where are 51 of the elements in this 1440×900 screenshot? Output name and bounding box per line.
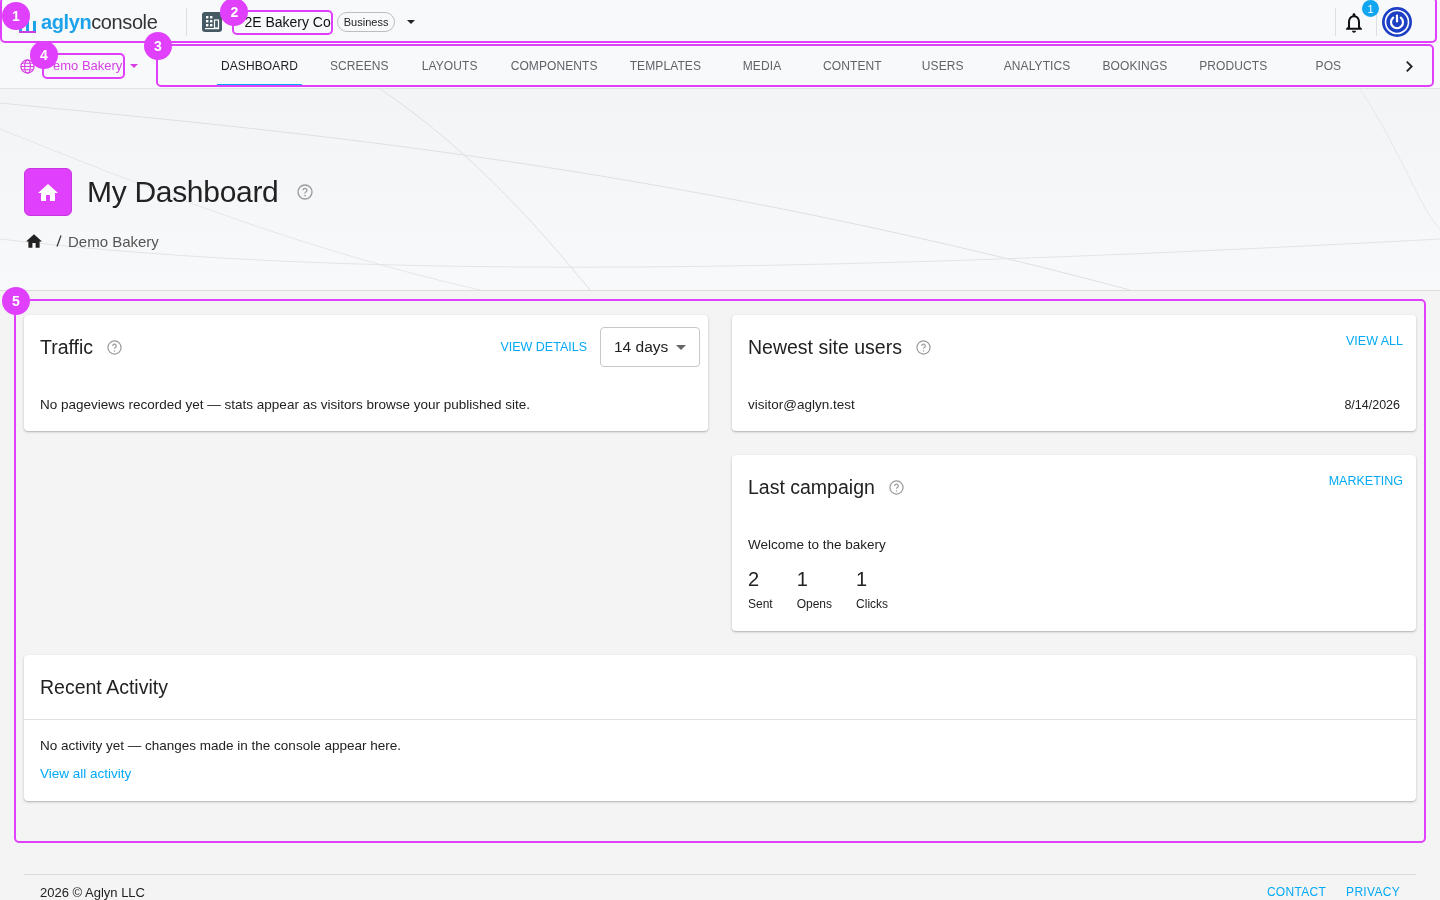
campaign-name: Welcome to the bakery (748, 536, 887, 554)
annotation-number: 5 (2, 287, 30, 315)
dropdown-caret-icon[interactable] (407, 20, 416, 24)
help-icon[interactable] (107, 339, 123, 355)
nav-tab[interactable]: COMPONENTS (494, 44, 614, 88)
nav-tab[interactable]: DASHBOARD (205, 44, 314, 88)
nav-tab[interactable]: USERS (897, 44, 988, 88)
help-icon[interactable] (296, 184, 313, 200)
breadcrumb-separator-icon (56, 235, 62, 247)
copyright-text: 2026 © Aglyn LLC (40, 885, 145, 900)
notification-count: 1 (1362, 0, 1379, 17)
site-name[interactable]: emo Bakery (53, 58, 123, 73)
building-icon (202, 12, 223, 32)
stat-value: 1 (856, 567, 869, 591)
nav-tab[interactable]: POS (1283, 44, 1374, 88)
page-title: My Dashboard (87, 175, 279, 209)
empty-state-message: No activity yet — changes made in the console appear here. (40, 737, 401, 755)
breadcrumb-item: Demo Bakery (68, 232, 159, 250)
date-range-select[interactable]: 14 days (600, 327, 700, 367)
dropdown-caret-icon (676, 344, 686, 350)
card-title: Recent Activity (40, 675, 168, 699)
nav-tab[interactable]: LAYOUTS (404, 44, 495, 88)
stat-label: Sent (748, 596, 773, 612)
nav-tab[interactable]: MEDIA (717, 44, 807, 88)
nav-tab[interactable]: ANALYTICS (987, 44, 1087, 88)
help-icon[interactable] (888, 479, 904, 495)
home-icon (24, 168, 72, 216)
user-date: 8/14/2026 (1344, 398, 1400, 412)
logo-wordmark[interactable]: aglynconsole (41, 10, 158, 34)
bell-icon[interactable] (1345, 13, 1362, 33)
card-title: Newest site users (748, 335, 902, 359)
empty-state-message: No pageviews recorded yet — stats appear as visitors browse your published site. (40, 396, 531, 414)
nav-tab[interactable]: BOOKINGS (1086, 44, 1184, 88)
chevron-right-icon (1405, 60, 1413, 72)
stat-value: 2 (748, 567, 761, 591)
stat-label: Opens (796, 596, 833, 612)
annotation-number: 1 (2, 2, 30, 30)
home-icon[interactable] (26, 234, 42, 248)
stat-value: 1 (796, 567, 809, 591)
nav-tab[interactable]: SCREENS (313, 44, 405, 88)
nav-tab[interactable]: TEMPLATES (613, 44, 717, 88)
power-icon[interactable] (1382, 7, 1412, 37)
stat-label: Clicks (856, 596, 889, 612)
nav-tab[interactable]: CONTENT (807, 44, 898, 88)
card-title: Last campaign (748, 475, 875, 499)
globe-icon[interactable] (20, 58, 35, 74)
user-email[interactable]: visitor@aglyn.test (748, 395, 855, 415)
card-title: Traffic (40, 335, 94, 359)
help-icon[interactable] (915, 339, 931, 355)
annotation-number: 3 (144, 32, 172, 60)
nav-tab[interactable]: PRODUCTS (1183, 44, 1284, 88)
